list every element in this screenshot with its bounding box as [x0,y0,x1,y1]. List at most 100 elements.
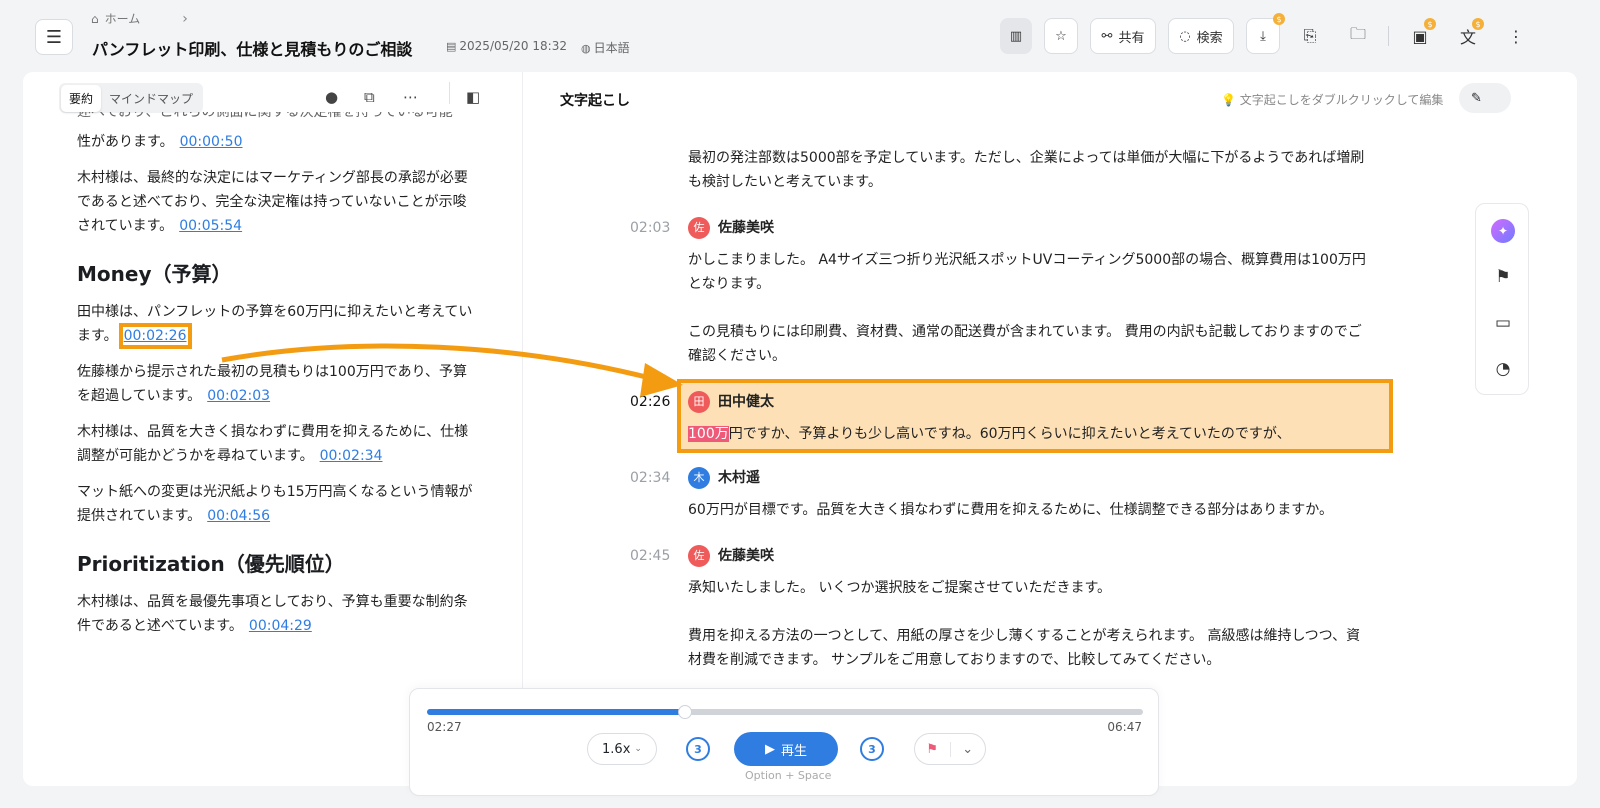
document-language[interactable]: 日本語 [594,41,630,55]
tab-summary[interactable]: 要約 [61,84,102,112]
transcript-line: 確認ください。 [688,348,786,364]
share-label: 共有 [1118,30,1145,46]
section-heading-money: Money（予算） [77,262,232,286]
progress-handle[interactable] [678,705,693,719]
summary-text: マット紙への変更は光沢紙よりも15万円高くなるという情報が提供されています。 [77,484,473,524]
segment-time[interactable]: 02:26 [630,390,670,414]
progress-fill [427,709,686,715]
summary-panel: 要約 マインドマップ ● ⧉ ⋯ ◧ 述べており、これらの側面に関する決定権を持… [23,72,523,786]
toolbar-divider [1388,26,1389,46]
bookmark-icon[interactable]: ⚑ [915,741,951,757]
favorite-button[interactable]: ☆ [1044,18,1078,54]
timestamp-link[interactable]: 00:04:56 [207,508,270,524]
download-icon: ⤓ [1260,28,1266,44]
lightbulb-icon: 💡 [1221,93,1236,107]
menu-icon[interactable]: ☰ [35,19,73,55]
speaker-name[interactable]: 木村遥 [718,466,760,490]
summary-item: 木村様は、最終的な決定にはマーケティング部長の承認が必要であると述べており、完全… [77,166,477,238]
segment-time[interactable]: 02:03 [630,216,670,240]
toggle-sidebar-button[interactable]: ▥ [1000,18,1032,54]
ai-icon[interactable]: ● [325,88,338,106]
summary-item: マット紙への変更は光沢紙よりも15万円高くなるという情報が提供されています。 00… [77,480,477,528]
page-title[interactable]: パンフレット印刷、仕様と見積もりのご相談 [92,36,412,60]
home-icon[interactable]: ⌂ [91,12,99,26]
transcript-segment[interactable]: 02:45 佐佐藤美咲 承知いたしました。 いくつか選択肢をご提案させていただき… [608,544,1398,672]
timestamp-link[interactable]: 00:05:54 [179,218,242,234]
rewind-icon[interactable]: 3 [686,737,710,761]
summary-item: 木村様は、品質を最優先事項としており、予算も重要な制約条件であると述べています。… [77,590,477,638]
download-button[interactable]: ⤓ $ [1246,13,1285,54]
speed-select[interactable]: 1.6x ⌄ [587,733,657,765]
comment-icon[interactable]: ▭ [1491,311,1515,335]
ai-sparkle-icon[interactable]: ✦ [1491,219,1515,243]
transcript-line: 承知いたしました。 いくつか選択肢をご提案させていただきます。 [688,580,1112,596]
copy-icon[interactable]: ⧉ [364,88,375,106]
chevron-down-icon[interactable]: ⌄ [951,742,986,757]
tab-mindmap[interactable]: マインドマップ [101,85,201,112]
transcript-line: 費用を抑える方法の一つとして、用紙の厚さを少し薄くすることが考えられます。 高級… [688,628,1361,644]
timestamp-link[interactable]: 00:04:29 [249,618,312,634]
speaker: 佐佐藤美咲 [688,216,1398,240]
progress-track[interactable] [427,705,1143,719]
pencil-icon: ✎ [1471,90,1482,106]
summary-content: 述べており、これらの側面に関する決定権を持っている可能 性があります。 00:00… [77,112,477,724]
transcript: 最初の発注部数は5000部を予定しています。ただし、企業によっては単価が大幅に下… [608,146,1398,672]
speaker-name[interactable]: 田中健太 [718,390,774,414]
document-date: 2025/05/20 18:32 [459,39,567,53]
collapse-panel-icon[interactable]: ◧ [466,88,480,106]
save-icon[interactable]: ▣ $ [1402,18,1438,54]
segment-time[interactable]: 02:45 [630,544,670,568]
translate-icon[interactable]: 文 $ [1450,18,1486,54]
shortcut-hint: Option + Space [745,769,832,782]
premium-badge-icon: $ [1424,18,1436,30]
audio-player: 02:27 06:47 1.6x ⌄ 3 ▶ 再生 Option + Space 3… [409,688,1159,796]
play-label: 再生 [780,743,807,759]
search-icon: ◌ [1179,28,1191,44]
transcript-segment[interactable]: 02:03 佐佐藤美咲 かしこまりました。 A4サイズ三つ折り光沢紙スポットUV… [608,216,1398,368]
speaker-name[interactable]: 佐藤美咲 [718,544,774,568]
speaker-name[interactable]: 佐藤美咲 [718,216,774,240]
pie-chart-icon[interactable]: ◔ [1491,357,1515,381]
current-time: 02:27 [427,720,462,734]
transcript-text: 円ですか、予算よりも少し高いですね。60万円くらいに抑えたいと考えていたのですが… [728,426,1291,442]
search-button[interactable]: ◌ 検索 [1168,18,1234,54]
breadcrumb-home[interactable]: ホーム [105,10,141,27]
view-switcher: 要約 マインドマップ [59,83,204,113]
transcript-line: 材費を削減できます。 サンプルをご用意しておりますので、比較してみてください。 [688,652,1221,668]
play-icon: ▶ [764,741,775,757]
timestamp-link-highlighted[interactable]: 00:02:26 [118,323,192,349]
forward-icon[interactable]: 3 [860,737,884,761]
transcript-segment[interactable]: 02:34 木木村遥 60万円が目標です。品質を大きく損なわずに費用を抑えるため… [608,466,1398,522]
premium-badge-icon: $ [1472,18,1484,30]
transcript-segment[interactable]: 最初の発注部数は5000部を予定しています。ただし、企業によっては単価が大幅に下… [608,146,1398,194]
add-bookmark-icon[interactable]: ⚑ [1491,265,1515,289]
folder-icon[interactable]: 🗀 [1340,18,1376,54]
export-icon[interactable]: ⎘ [1292,18,1328,54]
avatar: 佐 [688,217,710,239]
premium-badge-icon: $ [1273,13,1285,25]
summary-text: 木村様は、品質を大きく損なわずに費用を抑えるために、仕様調整が可能かどうかを尋ね… [77,424,469,464]
summary-item: 木村様は、品質を大きく損なわずに費用を抑えるために、仕様調整が可能かどうかを尋ね… [77,420,477,468]
play-button[interactable]: ▶ 再生 [734,732,838,766]
timestamp-link[interactable]: 00:02:34 [320,448,383,464]
globe-icon: ◍ [580,42,591,55]
search-label: 検索 [1196,30,1223,46]
main-content: 要約 マインドマップ ● ⧉ ⋯ ◧ 述べており、これらの側面に関する決定権を持… [23,72,1577,786]
calendar-icon: ▤ [446,40,457,53]
more-vertical-icon[interactable]: ⋮ [1498,18,1534,54]
breadcrumb: ⌂ ホーム › [91,10,188,27]
more-horizontal-icon[interactable]: ⋯ [403,88,418,106]
star-icon: ☆ [1055,28,1067,44]
timestamp-link[interactable]: 00:02:03 [207,388,270,404]
speaker: 木木村遥 [688,466,1398,490]
segment-time[interactable]: 02:34 [630,466,670,490]
tools-divider [449,82,450,104]
speed-value: 1.6x [602,741,631,757]
timestamp-link[interactable]: 00:00:50 [180,134,243,150]
panel-icon: ▥ [1009,28,1023,44]
transcript-segment-active[interactable]: 02:26 田田中健太 100万円ですか、予算よりも少し高いですね。60万円くら… [608,390,1398,446]
transcript-line: 最初の発注部数は5000部を予定しています。ただし、企業によっては単価が大幅に下… [688,150,1365,166]
edit-toggle[interactable]: ✎ [1459,83,1511,113]
share-button[interactable]: ⚯ 共有 [1090,18,1156,54]
